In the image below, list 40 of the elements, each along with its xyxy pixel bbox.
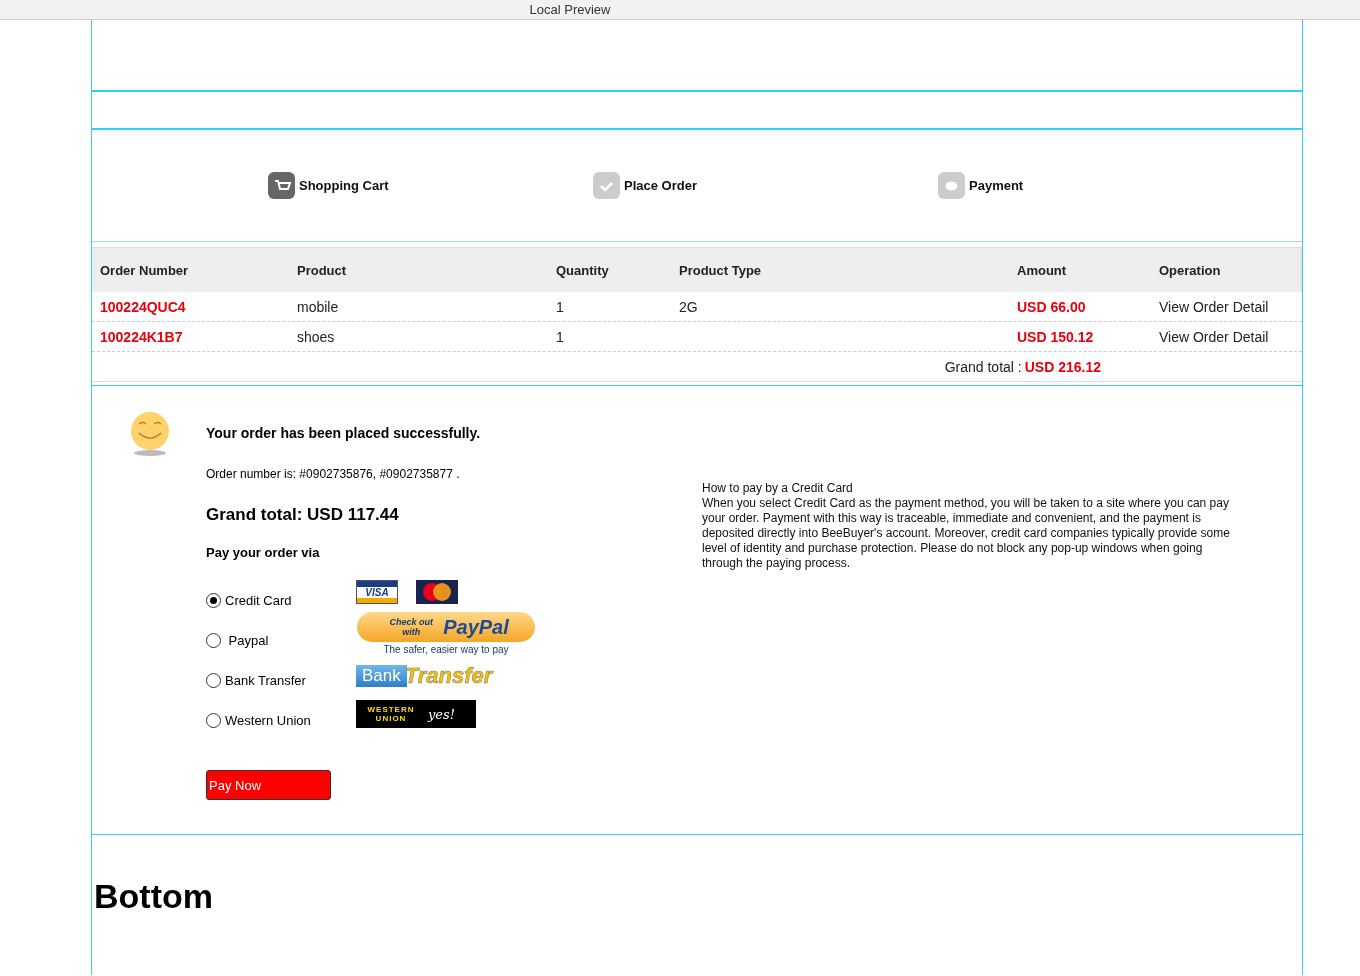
step-label: Payment (969, 178, 1024, 193)
visa-logo: VISA (356, 580, 398, 604)
paypal-logo: Check out with PayPal The safer, easier way to pay (356, 612, 536, 655)
grand-total-label: Grand total : (944, 358, 1022, 375)
column-header: Product (297, 262, 348, 278)
table-cell-text: 1 (556, 328, 565, 345)
payment-method-label: Western Union (225, 712, 311, 728)
table-cell-text: USD 66.00 (1017, 298, 1087, 315)
bottom-heading: Bottom (94, 877, 214, 916)
window-title: Local Preview (529, 1, 611, 19)
table-cell-text: shoes (297, 328, 336, 345)
pay-via-label: Pay your order via (206, 545, 321, 560)
western-union-logo: WESTERN UNION yes! (356, 700, 476, 728)
grand-total: Grand total: USD 117.44 (206, 505, 400, 525)
table-cell-text: USD 150.12 (1017, 328, 1095, 345)
table-cell-text: 1 (556, 298, 565, 315)
smiley-icon (129, 411, 171, 457)
grand-total-value: USD 216.12 (1024, 358, 1101, 375)
step-label: Place Order (624, 178, 697, 193)
column-header: Operation (1159, 262, 1222, 278)
column-header: Amount (1017, 262, 1068, 278)
column-header: Product Type (679, 262, 763, 278)
order-numbers: Order number is: #0902735876, #0902735877 . (206, 467, 461, 481)
payment-method-label: Paypal (227, 632, 269, 648)
payment-method-label: Bank Transfer (225, 672, 306, 688)
help-title: How to pay by a Credit Card (702, 481, 854, 496)
view-order-detail-link[interactable]: View Order Detail (1159, 328, 1302, 345)
column-header: Quantity (556, 262, 610, 278)
pay-now-button[interactable]: Pay Now (206, 770, 331, 800)
view-order-detail-link[interactable]: View Order Detail (1159, 298, 1302, 315)
step-label: Shopping Cart (299, 178, 389, 193)
help-text: When you select Credit Card as the payment method, you will be taken to a site where you can pay your order. Payment with this way is traceable, immediate and convenient, and the payment is deposited directly into BeeBuyer's account. Moreover, credit card companies typically provide some level of identity and purchase protection. Please do not block any pop-up windows when going through the paying process. (702, 496, 1231, 571)
table-cell-text: mobile (297, 298, 340, 315)
column-header: Order Number (100, 262, 190, 278)
success-message: Your order has been placed successfully. (206, 425, 482, 441)
table-cell-text: 100224K1B7 (100, 328, 184, 345)
table-cell-text: 100224QUC4 (100, 298, 187, 315)
mastercard-logo (416, 580, 458, 604)
table-cell-text: 2G (679, 298, 699, 315)
payment-method-label: Credit Card (225, 592, 292, 608)
